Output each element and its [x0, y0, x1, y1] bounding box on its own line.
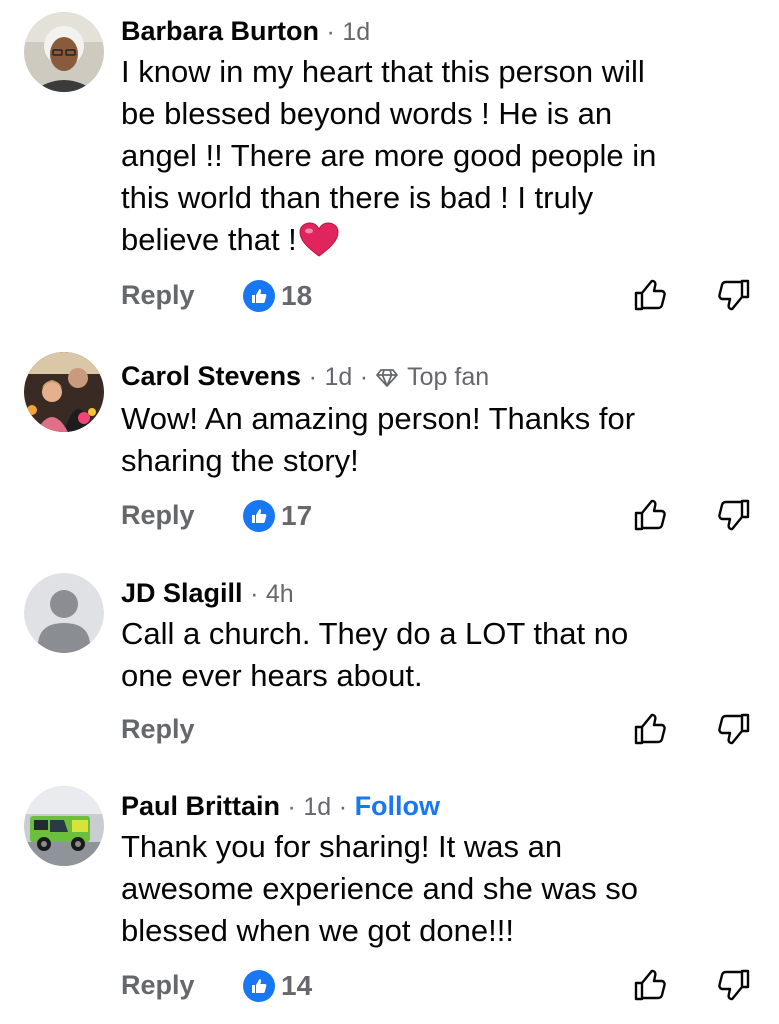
avatar[interactable]: [24, 573, 104, 653]
comment-text-line: Call a church. They do a LOT that no: [121, 616, 629, 651]
profile-photo-icon: [24, 352, 104, 432]
author-name[interactable]: JD Slagill: [121, 578, 243, 608]
comment-text: Call a church. They do a LOT that no one…: [121, 613, 759, 697]
comment-text: Thank you for sharing! It was an awesome…: [121, 826, 759, 952]
thumbs-down-icon[interactable]: [717, 712, 751, 751]
thumbs-down-icon[interactable]: [717, 968, 751, 1007]
thumbs-up-icon[interactable]: [633, 498, 667, 537]
like-reaction-icon: [243, 280, 275, 312]
comment-meta: Carol Stevens · 1d · Top fan: [121, 359, 759, 396]
diamond-icon: [375, 362, 398, 396]
thumbs-down-icon[interactable]: [717, 278, 751, 317]
like-count: 17: [281, 500, 313, 531]
comment-text-line: Wow! An amazing person! Thanks for: [121, 401, 636, 436]
comment-text-line: believe that !: [121, 222, 297, 257]
comment-time[interactable]: 4h: [266, 580, 294, 608]
avatar[interactable]: [24, 786, 104, 866]
like-reaction-icon: [243, 970, 275, 1002]
comment-meta: Paul Brittain · 1d · Follow: [121, 789, 759, 824]
like-count-badge[interactable]: 14: [243, 966, 312, 1006]
comment-text-line: I know in my heart that this person will: [121, 54, 645, 89]
like-reaction-icon: [243, 500, 275, 532]
comment-meta: Barbara Burton · 1d: [121, 14, 759, 49]
like-count: 14: [281, 970, 313, 1001]
comment-text: Wow! An amazing person! Thanks for shari…: [121, 398, 759, 482]
like-count-badge[interactable]: 17: [243, 496, 312, 536]
comment-text-line: angel !! There are more good people in: [121, 138, 657, 173]
comment-text-line: be blessed beyond words ! He is an: [121, 96, 613, 131]
comment-text-line: awesome experience and she was so: [121, 871, 638, 906]
author-name[interactable]: Barbara Burton: [121, 16, 319, 46]
author-name[interactable]: Carol Stevens: [121, 361, 301, 391]
separator-dot: ·: [338, 793, 348, 821]
comment-text-line: Thank you for sharing! It was an: [121, 829, 563, 864]
like-count: 18: [281, 280, 313, 311]
profile-photo-icon: [24, 786, 104, 866]
comment-meta: JD Slagill · 4h: [121, 576, 759, 611]
thumbs-up-icon[interactable]: [633, 968, 667, 1007]
profile-photo-icon: [24, 12, 104, 92]
author-name[interactable]: Paul Brittain: [121, 791, 280, 821]
separator-dot: ·: [287, 793, 296, 821]
comment-actions: Reply 17: [121, 496, 759, 536]
top-fan-badge: Top fan: [407, 363, 490, 391]
follow-button[interactable]: Follow: [355, 791, 440, 821]
thumbs-up-icon[interactable]: [633, 712, 667, 751]
comment-time[interactable]: 1d: [342, 18, 370, 46]
comment-text-line: blessed when we got done!!!: [121, 913, 514, 948]
separator-dot: ·: [359, 363, 369, 391]
comment-text-line: one ever hears about.: [121, 658, 423, 693]
reply-button[interactable]: Reply: [121, 970, 195, 1001]
comment-text-line: this world than there is bad ! I truly: [121, 180, 594, 215]
thumbs-up-icon[interactable]: [633, 278, 667, 317]
reply-button[interactable]: Reply: [121, 280, 195, 311]
separator-dot: ·: [250, 580, 259, 608]
separator-dot: ·: [308, 363, 317, 391]
comment-time[interactable]: 1d: [303, 793, 331, 821]
thumbs-down-icon[interactable]: [717, 498, 751, 537]
comment-time[interactable]: 1d: [324, 363, 352, 391]
separator-dot: ·: [326, 18, 335, 46]
red-heart-icon: [299, 222, 339, 269]
comment-text: I know in my heart that this person will…: [121, 51, 759, 269]
comment-actions: Reply 14: [121, 966, 759, 1006]
comment-text-line-last: believe that !: [121, 219, 759, 269]
comment-actions: Reply: [121, 710, 759, 750]
default-avatar-icon: [24, 573, 104, 653]
reply-button[interactable]: Reply: [121, 500, 195, 531]
comment-actions: Reply 18: [121, 276, 759, 316]
avatar[interactable]: [24, 12, 104, 92]
comment-text-line: sharing the story!: [121, 443, 359, 478]
reply-button[interactable]: Reply: [121, 714, 195, 745]
avatar[interactable]: [24, 352, 104, 432]
like-count-badge[interactable]: 18: [243, 276, 312, 316]
